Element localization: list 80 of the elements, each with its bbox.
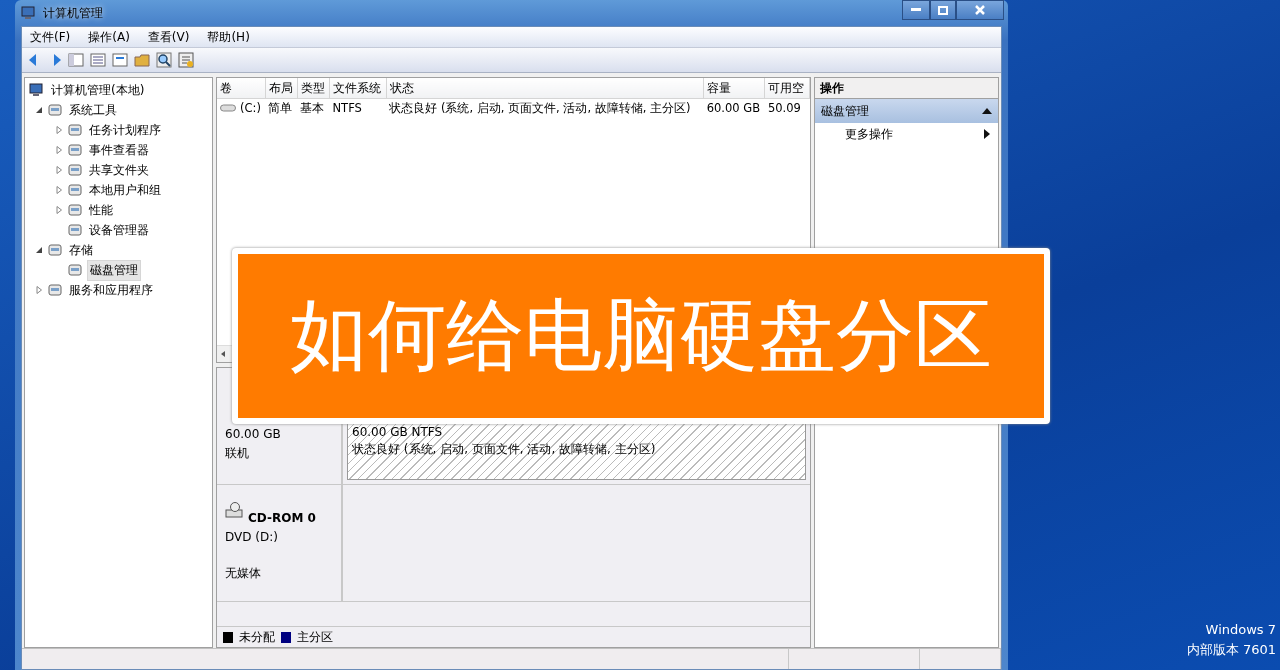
table-cell: 简单 — [265, 98, 298, 117]
desktop-version-text: 内部版本 7601 — [1186, 641, 1276, 659]
column-header[interactable]: 状态 — [386, 78, 704, 99]
disk-info: 联机 — [225, 445, 251, 462]
menu-item[interactable]: 文件(F) — [30, 28, 71, 46]
node-icon — [47, 282, 63, 298]
submenu-arrow-icon — [984, 129, 990, 139]
expanded-arrow-icon[interactable] — [35, 106, 43, 114]
column-header[interactable]: 文件系统 — [329, 78, 387, 99]
tool-icon — [67, 182, 83, 198]
tree-item[interactable]: 系统工具 — [67, 100, 119, 120]
panel-icon[interactable] — [68, 52, 84, 68]
table-cell: 基本 — [297, 98, 330, 117]
minimize-button[interactable] — [902, 0, 930, 20]
tree-item[interactable]: 设备管理器 — [87, 220, 151, 240]
actions-header: 操作 — [814, 78, 998, 99]
tree-item[interactable]: 任务计划程序 — [87, 120, 163, 140]
table-cell: 状态良好 (系统, 启动, 页面文件, 活动, 故障转储, 主分区) — [386, 98, 704, 117]
tree-item[interactable]: 存储 — [67, 240, 95, 260]
tree-item[interactable]: 本地用户和组 — [87, 180, 163, 200]
tool-icon — [67, 162, 83, 178]
properties-icon[interactable] — [178, 52, 194, 68]
column-header[interactable]: 可用空 — [765, 78, 810, 99]
desktop-version-text: Windows 7 — [1205, 621, 1276, 639]
close-button[interactable] — [956, 0, 1004, 20]
tool-icon — [67, 122, 83, 138]
tree-item[interactable]: 磁盘管理 — [87, 259, 141, 281]
column-header[interactable]: 容量 — [703, 78, 765, 99]
maximize-icon — [938, 5, 948, 15]
disk-name: CD-ROM 0 — [248, 510, 316, 527]
node-icon — [47, 102, 63, 118]
list-icon[interactable] — [90, 52, 106, 68]
tree-item[interactable]: 计算机管理(本地) — [49, 80, 147, 100]
table-cell: NTFS — [329, 98, 387, 117]
collapsed-arrow-icon[interactable] — [55, 166, 63, 174]
table-cell: (C:) — [240, 101, 261, 115]
action-item[interactable]: 更多操作 — [814, 123, 998, 145]
column-header[interactable]: 卷 — [217, 78, 266, 99]
table-cell: 60.00 GB — [703, 98, 765, 117]
tree-item[interactable]: 性能 — [87, 200, 115, 220]
tool-icon — [67, 222, 83, 238]
collapsed-arrow-icon[interactable] — [55, 126, 63, 134]
maximize-button[interactable] — [930, 0, 956, 20]
disk-info: 60.00 GB — [225, 426, 282, 443]
tool-icon — [67, 202, 83, 218]
disk-info: 无媒体 — [225, 565, 263, 582]
collapse-arrow-icon[interactable] — [982, 108, 992, 114]
tree-item[interactable]: 事件查看器 — [87, 140, 151, 160]
menu-item[interactable]: 查看(V) — [147, 28, 190, 46]
tree-item[interactable]: 共享文件夹 — [87, 160, 151, 180]
collapsed-arrow-icon[interactable] — [55, 206, 63, 214]
tool-icon — [67, 142, 83, 158]
expanded-arrow-icon[interactable] — [35, 246, 43, 254]
legend-label: 主分区 — [297, 628, 334, 646]
computer-icon — [21, 5, 37, 21]
column-header[interactable]: 类型 — [297, 78, 330, 99]
menu-item[interactable]: 帮助(H) — [207, 28, 250, 46]
collapsed-arrow-icon[interactable] — [55, 186, 63, 194]
partition-info: 60.00 GB NTFS 状态良好 (系统, 启动, 页面文件, 活动, 故障转储, 主分区) — [352, 424, 657, 458]
menu-item[interactable]: 操作(A) — [88, 28, 130, 46]
minimize-icon — [911, 8, 921, 12]
magnifier-icon[interactable] — [156, 52, 172, 68]
collapsed-arrow-icon[interactable] — [35, 286, 43, 294]
computer-icon — [29, 82, 45, 98]
tree-item[interactable]: 服务和应用程序 — [67, 280, 155, 300]
legend-label: 未分配 — [239, 628, 276, 646]
disk-info: DVD (D:) — [225, 529, 279, 546]
tool-icon — [67, 262, 83, 278]
folder-icon[interactable] — [134, 52, 150, 68]
window-title: 计算机管理 — [43, 4, 103, 22]
drive-icon — [220, 104, 237, 112]
table-cell: 50.09 — [765, 98, 810, 117]
close-icon — [975, 5, 985, 15]
column-header[interactable]: 布局 — [265, 78, 298, 99]
collapsed-arrow-icon[interactable] — [55, 146, 63, 154]
partition-block[interactable]: 60.00 GB NTFS 状态良好 (系统, 启动, 页面文件, 活动, 故障转储, 主分区) — [347, 422, 806, 480]
title-banner: 如何给电脑硬盘分区 — [232, 248, 1050, 424]
cd-drive-icon — [225, 502, 244, 518]
actions-section[interactable]: 磁盘管理 — [814, 99, 998, 123]
node-icon — [47, 242, 63, 258]
